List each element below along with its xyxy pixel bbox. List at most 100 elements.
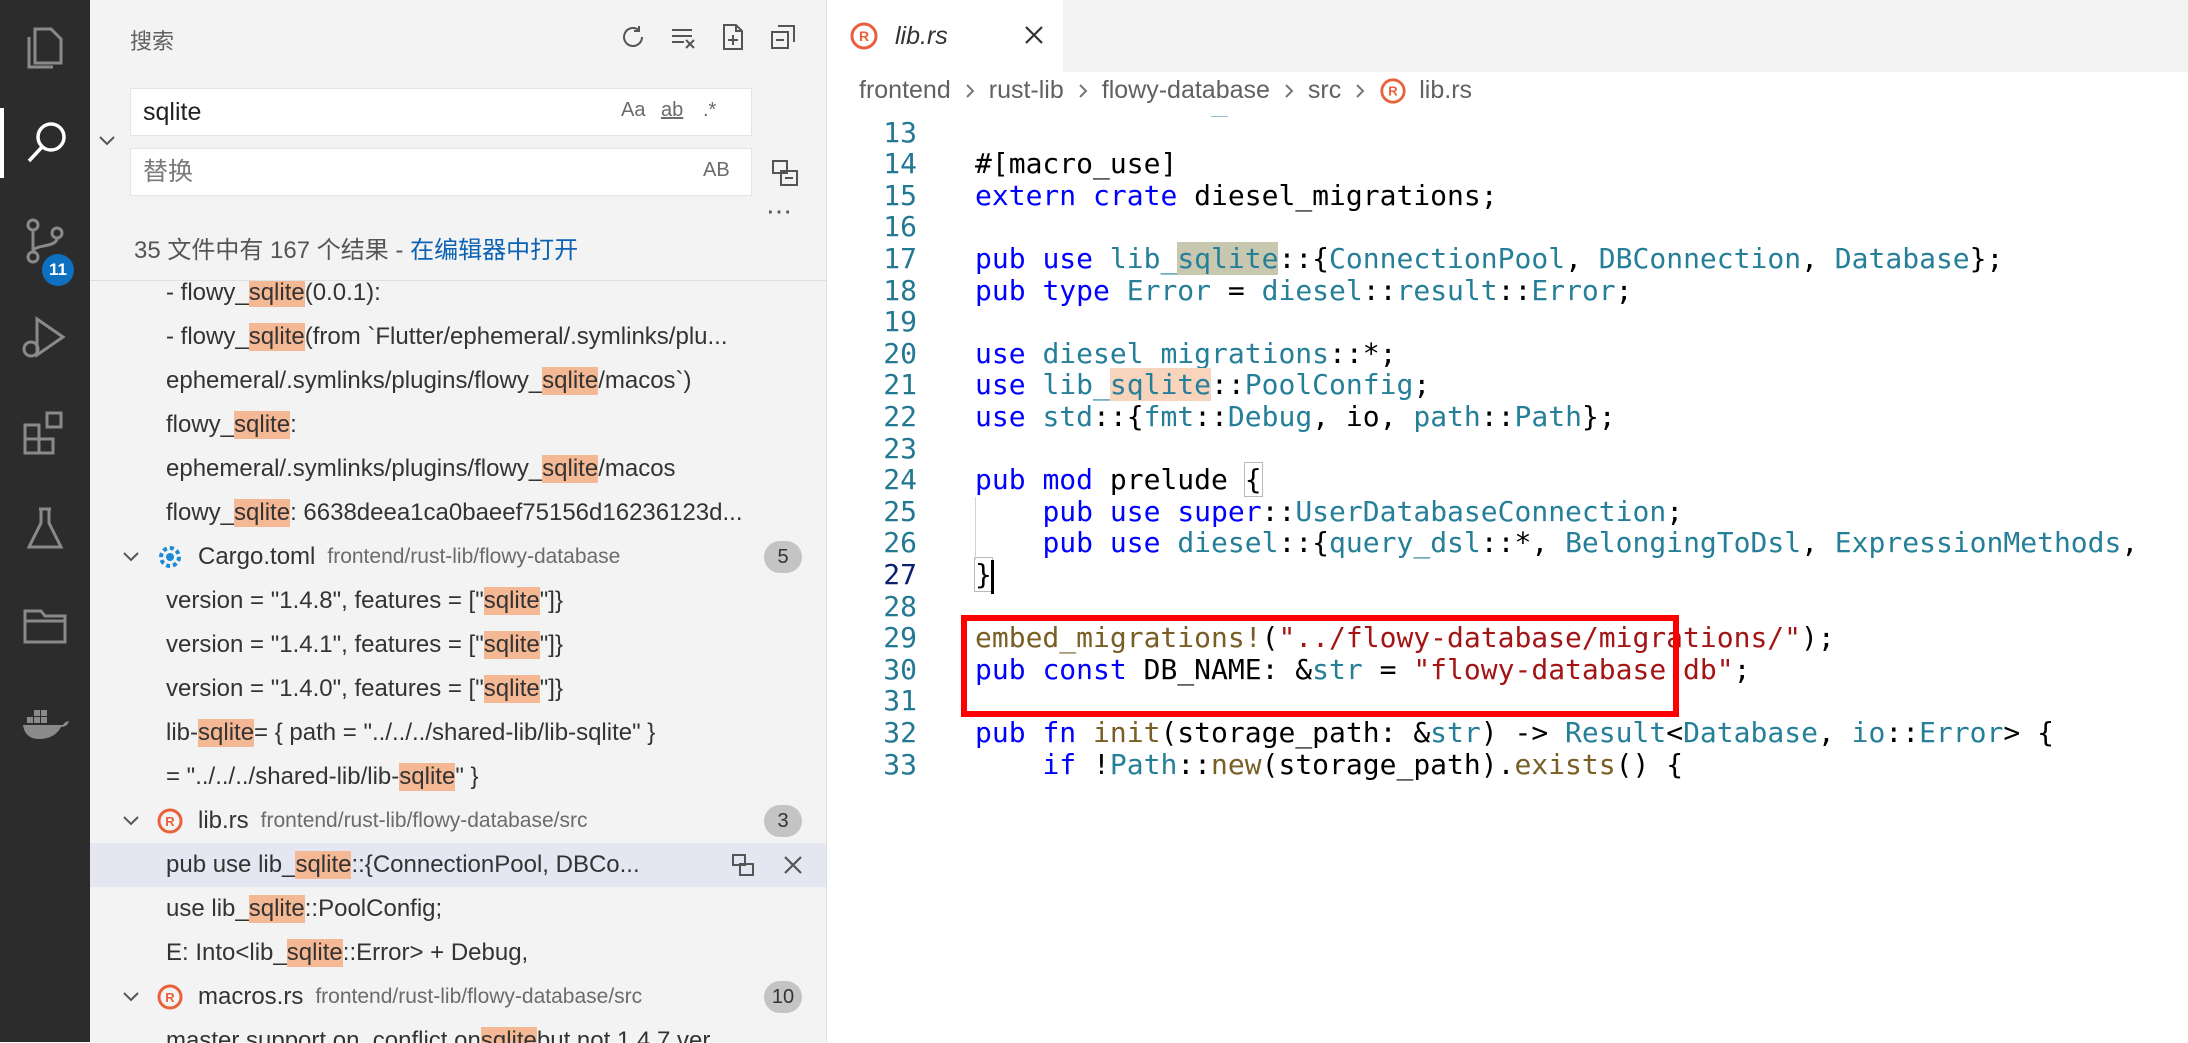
- code-line[interactable]: pub use lib_sqlite::{ConnectionPool, DBC…: [975, 242, 2003, 275]
- result-match-row[interactable]: pub use lib_ sqlite::{ConnectionPool, DBC…: [90, 843, 826, 887]
- regex-toggle[interactable]: .*: [703, 99, 716, 122]
- breadcrumb-item[interactable]: frontend: [859, 76, 951, 105]
- chevron-right-icon: [1356, 83, 1365, 98]
- testing-icon[interactable]: [0, 494, 90, 564]
- code-line[interactable]: pub use super::UserDatabaseConnection;: [975, 495, 1683, 528]
- code-line[interactable]: pub use diesel_derives::*;: [975, 116, 1413, 117]
- match-highlight: sqlite: [483, 587, 540, 615]
- replace-input-box: AB: [130, 148, 752, 196]
- match-highlight: sqlite: [248, 280, 305, 307]
- remote-explorer-icon[interactable]: [0, 590, 90, 660]
- replace-all-icon[interactable]: [770, 158, 800, 188]
- result-match-row[interactable]: - flowy_ sqlite (0.0.1):: [90, 280, 826, 315]
- match-case-toggle[interactable]: Aa: [621, 99, 645, 122]
- toggle-replace-chevron-icon[interactable]: [96, 130, 118, 152]
- match-text-before: ephemeral/.symlinks/plugins/flowy_: [166, 455, 543, 482]
- match-text-before: master support on_conflict on: [166, 1027, 481, 1043]
- result-match-row[interactable]: version = "1.4.1", features = [" sqlite "]…: [90, 623, 826, 667]
- match-text-after: ::{ConnectionPool, DBCo...: [351, 851, 640, 878]
- code-line[interactable]: #[macro_use]: [975, 147, 1177, 180]
- close-icon[interactable]: [1021, 22, 1047, 48]
- tab-label: lib.rs: [895, 21, 948, 50]
- line-number: 27: [883, 558, 917, 591]
- code-line[interactable]: use diesel_migrations::*;: [975, 337, 1396, 370]
- match-highlight: sqlite: [483, 675, 540, 703]
- match-text-after: : 6638deea1ca0baeef75156d16236123d...: [290, 499, 743, 526]
- line-number: 24: [883, 463, 917, 497]
- tab-lib-rs[interactable]: R lib.rs: [827, 0, 1063, 72]
- collapse-all-icon[interactable]: [766, 20, 800, 54]
- replace-icon[interactable]: [730, 852, 756, 878]
- line-number: 33: [883, 747, 917, 781]
- line-number: 18: [883, 273, 917, 307]
- result-match-row[interactable]: version = "1.4.0", features = [" sqlite "]…: [90, 667, 826, 711]
- whole-word-toggle[interactable]: ab: [661, 99, 683, 122]
- code-view[interactable]: 12pub use diesel_derives::*;1314#[macro_…: [827, 116, 2188, 1042]
- code-line[interactable]: extern crate diesel_migrations;: [975, 179, 1498, 212]
- clear-results-icon[interactable]: [666, 20, 700, 54]
- result-match-row[interactable]: ephemeral/.symlinks/plugins/flowy_ sqlite…: [90, 359, 826, 403]
- result-match-row[interactable]: use lib_ sqlite::PoolConfig;: [90, 887, 826, 931]
- explorer-icon[interactable]: [0, 14, 90, 84]
- more-options-icon[interactable]: ⋯: [766, 196, 794, 227]
- result-file-path: frontend/rust-lib/flowy-database/src: [315, 985, 643, 1008]
- result-match-row[interactable]: flowy_ sqlite: 6638deea1ca0baeef75156d162…: [90, 491, 826, 535]
- match-text-after: (0.0.1):: [304, 280, 381, 306]
- result-match-row[interactable]: - flowy_ sqlite (from `Flutter/ephemeral/…: [90, 315, 826, 359]
- run-debug-icon[interactable]: [0, 302, 90, 372]
- breadcrumb-item[interactable]: flowy-database: [1102, 76, 1270, 105]
- chevron-down-icon[interactable]: [120, 810, 142, 832]
- result-match-row[interactable]: flowy_ sqlite:: [90, 403, 826, 447]
- code-line[interactable]: use std::{fmt::Debug, io, path::Path};: [975, 400, 1616, 433]
- rust-file-icon: R: [157, 808, 183, 834]
- result-match-row[interactable]: version = "1.4.8", features = [" sqlite "]…: [90, 579, 826, 623]
- refresh-icon[interactable]: [616, 20, 650, 54]
- preserve-case-toggle[interactable]: AB: [703, 159, 730, 182]
- result-match-row[interactable]: ephemeral/.symlinks/plugins/flowy_ sqlite…: [90, 447, 826, 491]
- result-match-row[interactable]: = "../../../shared-lib/lib-sqlite " }: [90, 755, 826, 799]
- breadcrumb-item[interactable]: rust-lib: [989, 76, 1064, 105]
- result-file-name: macros.rs: [198, 983, 304, 1010]
- line-number: 22: [883, 400, 917, 433]
- match-text-after: /macos: [598, 455, 676, 482]
- result-match-row[interactable]: lib-sqlite = { path = "../../../shared-l…: [90, 711, 826, 755]
- code-line[interactable]: }: [974, 557, 993, 592]
- result-file-name: Cargo.toml: [198, 543, 316, 570]
- search-input[interactable]: [141, 97, 545, 128]
- match-text-before: ephemeral/.symlinks/plugins/flowy_: [166, 367, 543, 394]
- search-icon[interactable]: [0, 108, 90, 178]
- code-line[interactable]: pub fn init(storage_path: &str) -> Resul…: [975, 716, 2054, 749]
- dismiss-icon[interactable]: [780, 852, 806, 878]
- result-file-row[interactable]: Rmacros.rs frontend/rust-lib/flowy-databa…: [90, 975, 826, 1019]
- result-match-row[interactable]: E: Into<lib_ sqlite::Error> + Debug,: [90, 931, 826, 975]
- match-text-before: version = "1.4.0", features = [": [166, 675, 484, 702]
- result-file-path: frontend/rust-lib/flowy-database: [327, 545, 621, 568]
- result-count-badge: 3: [764, 805, 802, 837]
- code-line[interactable]: if !Path::new(storage_path).exists() {: [975, 748, 1683, 781]
- gear-icon: [159, 546, 181, 568]
- chevron-down-icon[interactable]: [120, 546, 142, 568]
- result-file-row[interactable]: Rlib.rs frontend/rust-lib/flowy-database/…: [90, 799, 826, 843]
- match-highlight: sqlite: [248, 323, 305, 351]
- new-search-editor-icon[interactable]: [716, 20, 750, 54]
- line-number: 17: [883, 242, 917, 275]
- match-text-before: pub use lib_: [166, 851, 296, 878]
- source-control-icon[interactable]: 11: [0, 206, 90, 286]
- line-number: 16: [883, 210, 917, 244]
- match-text-before: - flowy_: [166, 280, 249, 306]
- chevron-down-icon[interactable]: [120, 986, 142, 1008]
- breadcrumb-item[interactable]: lib.rs: [1419, 76, 1472, 105]
- code-line[interactable]: pub use diesel::{query_dsl::*, Belonging…: [975, 526, 2155, 559]
- replace-input[interactable]: [141, 157, 545, 188]
- code-line[interactable]: use lib_sqlite::PoolConfig;: [975, 368, 1430, 402]
- match-text-after: ::PoolConfig;: [304, 895, 443, 922]
- code-line[interactable]: pub mod prelude {: [975, 462, 1263, 498]
- result-match-row[interactable]: master support on_conflict on sqlite but…: [90, 1019, 826, 1043]
- line-number: 15: [883, 178, 917, 212]
- result-file-row[interactable]: Cargo.toml frontend/rust-lib/flowy-databa…: [90, 535, 826, 579]
- open-in-editor-link[interactable]: 在编辑器中打开: [410, 237, 578, 264]
- breadcrumb-item[interactable]: src: [1308, 76, 1341, 105]
- extensions-icon[interactable]: [0, 398, 90, 468]
- docker-icon[interactable]: [0, 686, 90, 756]
- code-line[interactable]: pub type Error = diesel::result::Error;: [975, 274, 1633, 307]
